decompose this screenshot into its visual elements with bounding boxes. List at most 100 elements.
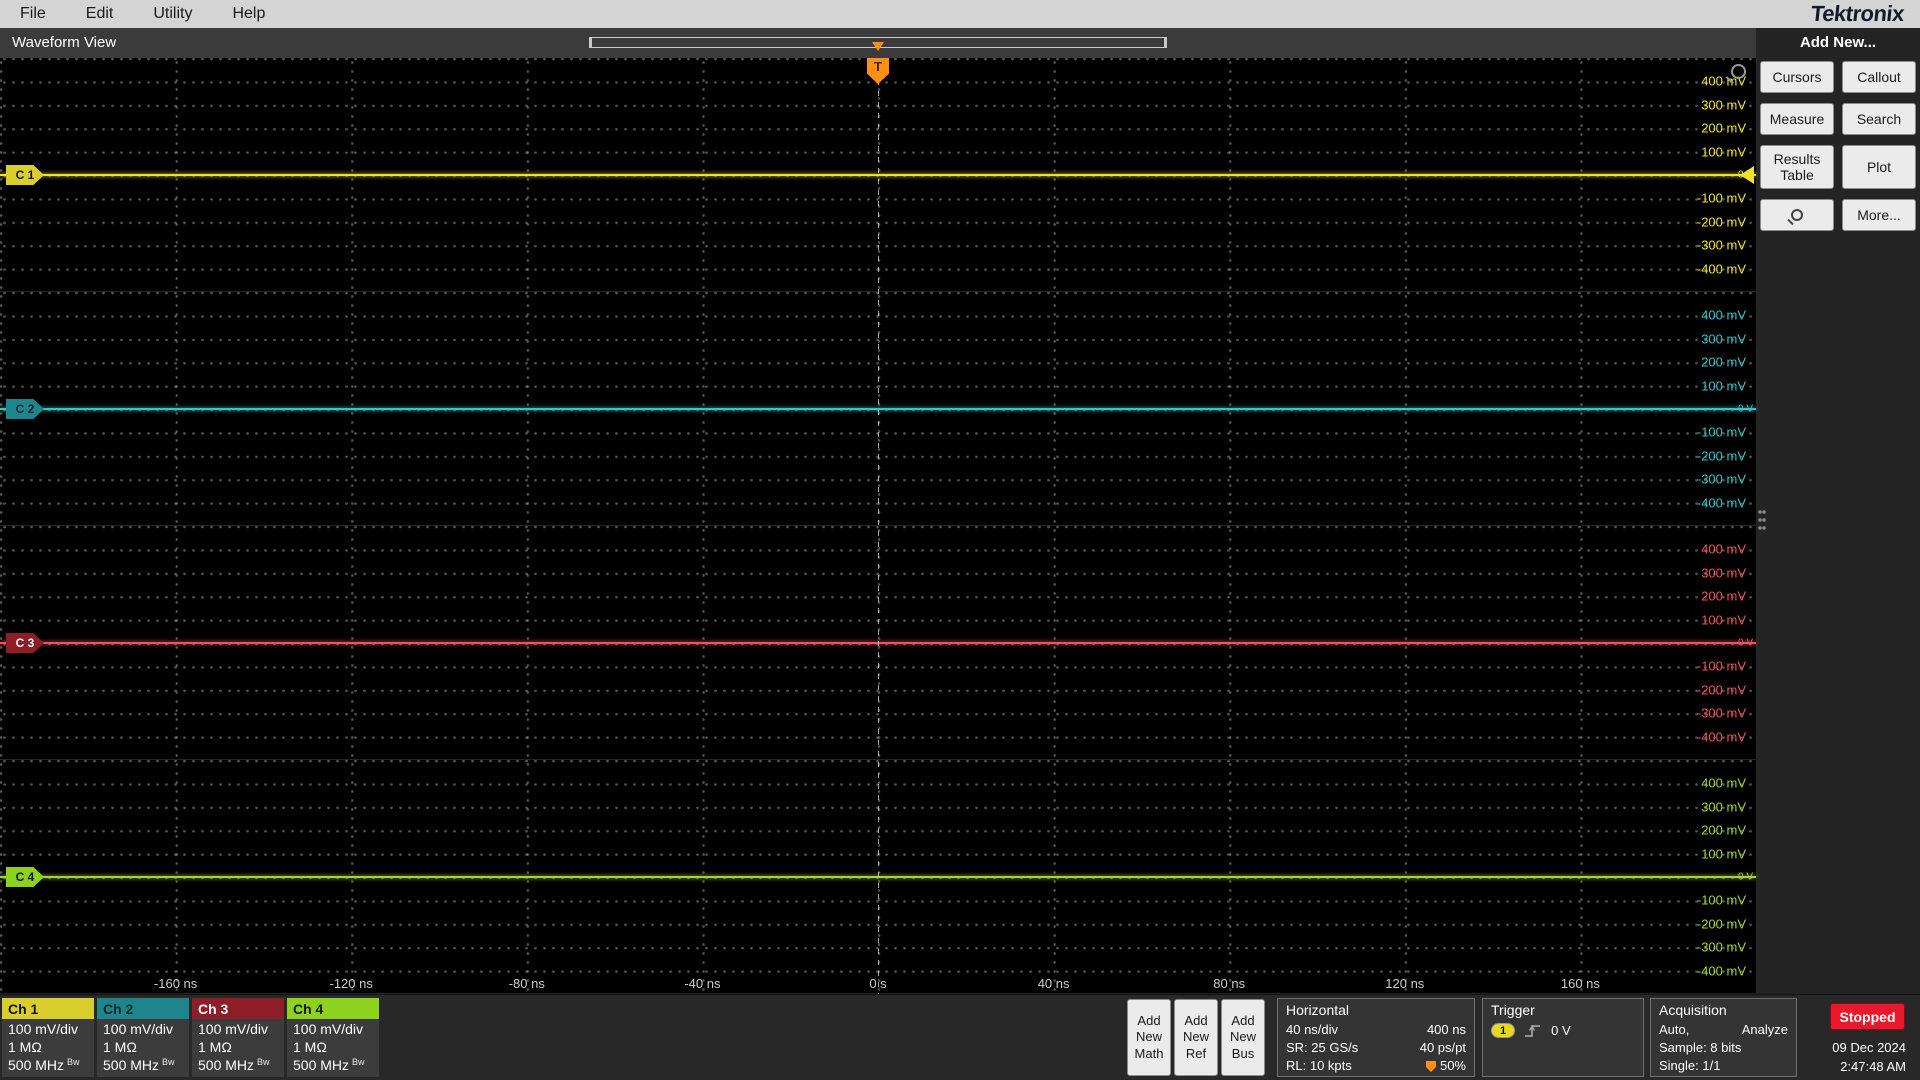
y-tick-label: 100 mV [1701, 378, 1746, 394]
x-tick-label: 0 s [869, 976, 887, 991]
channel-1-bandwidth: 500 MHz Bw [2, 1057, 94, 1073]
y-tick-label: -300 mV [1696, 705, 1746, 721]
bandwidth-limit-badge: Bw [352, 1057, 365, 1067]
x-tick-label: -40 ns [684, 976, 721, 991]
acquisition-panel[interactable]: Acquisition Auto, Analyze Sample: 8 bits… [1650, 998, 1797, 1077]
y-tick-label: -200 mV [1696, 682, 1746, 698]
panel-resize-handle[interactable] [1758, 508, 1766, 532]
trigger-summary: 1 0 V [1491, 1023, 1635, 1038]
bandwidth-limit-badge: Bw [257, 1057, 270, 1067]
waveform-area: Waveform View T 400 mV 300 mV 200 mV 100 mV… [0, 28, 1756, 994]
menu-utility[interactable]: Utility [133, 5, 212, 23]
zoom-tool-button[interactable] [1760, 199, 1834, 231]
channel-3-bandwidth: 500 MHz Bw [192, 1057, 284, 1073]
add-new-bus-button[interactable]: Add New Bus [1221, 999, 1265, 1076]
acquisition-title: Acquisition [1659, 1002, 1727, 1018]
add-btn-line: Bus [1231, 1045, 1255, 1061]
x-tick-label: -160 ns [153, 976, 198, 991]
add-new-title: Add New... [1799, 34, 1877, 51]
more-button[interactable]: More... [1842, 199, 1916, 231]
add-btn-line: New [1135, 1029, 1162, 1045]
channel-2-impedance: 1 MΩ [103, 1039, 137, 1055]
channel-1-scale: 100 mV/div [8, 1021, 79, 1037]
add-new-ref-button[interactable]: Add New Ref [1174, 999, 1218, 1076]
trigger-position-readout: 50% [1425, 1057, 1466, 1075]
menu-help[interactable]: Help [212, 5, 285, 23]
add-btn-line: New [1229, 1029, 1256, 1045]
y-tick-label: 300 mV [1701, 331, 1746, 347]
measure-button[interactable]: Measure [1760, 103, 1834, 135]
menu-edit[interactable]: Edit [66, 5, 134, 23]
add-btn-line: Add [1137, 1013, 1161, 1029]
horizontal-panel[interactable]: Horizontal 40 ns/div 400 ns SR: 25 GS/s … [1277, 998, 1475, 1077]
channel-badge-4[interactable]: C 4 [6, 867, 44, 887]
x-tick-label: 40 ns [1037, 976, 1070, 991]
channel-badge-2[interactable]: C 2 [6, 399, 44, 419]
add-btn-line: Math [1134, 1045, 1164, 1061]
main-area: Waveform View T 400 mV 300 mV 200 mV 100 mV… [0, 28, 1920, 994]
trigger-position-tick[interactable] [872, 42, 884, 51]
zoom-glass-icon[interactable] [1731, 64, 1746, 79]
y-tick-label: 300 mV [1701, 565, 1746, 581]
plot-button[interactable]: Plot [1842, 145, 1916, 189]
channel-2-card[interactable]: Ch 2 100 mV/div 1 MΩ 500 MHz Bw [97, 998, 189, 1077]
y-tick-label: 300 mV [1701, 799, 1746, 815]
waveform-view-header: Waveform View [0, 28, 1756, 58]
sample-interval: 40 ps/pt [1419, 1040, 1466, 1056]
add-new-math-button[interactable]: Add New Math [1127, 999, 1171, 1076]
channel-3-impedance: 1 MΩ [198, 1039, 232, 1055]
channel-badge-3[interactable]: C 3 [6, 633, 44, 653]
y-tick-label: -100 mV [1696, 190, 1746, 206]
y-tick-label: 200 mV [1701, 354, 1746, 370]
y-tick-label: 200 mV [1701, 822, 1746, 838]
date-value: 09 Dec 2024 [1832, 1040, 1906, 1055]
menu-file[interactable]: File [0, 5, 66, 23]
trigger-position-line [878, 58, 879, 994]
acquisition-single: Single: 1/1 [1659, 1058, 1721, 1074]
bottom-bar: Ch 1 100 mV/div 1 MΩ 500 MHz Bw Ch 2 100 … [0, 994, 1920, 1080]
channel-1-card[interactable]: Ch 1 100 mV/div 1 MΩ 500 MHz Bw [2, 998, 94, 1077]
trigger-panel[interactable]: Trigger 1 0 V [1482, 998, 1644, 1077]
channel-4-label: Ch 4 [287, 998, 379, 1019]
bandwidth-value: 500 MHz [293, 1057, 350, 1073]
run-stop-button[interactable]: Stopped [1830, 1003, 1905, 1030]
trigger-position-percent: 50% [1439, 1058, 1466, 1074]
add-new-group: Add New Math Add New Ref Add New Bus [1127, 999, 1265, 1076]
channel-4-card[interactable]: Ch 4 100 mV/div 1 MΩ 500 MHz Bw [287, 998, 379, 1077]
trigger-slope-icon [1525, 1024, 1541, 1037]
channel-4-bandwidth: 500 MHz Bw [287, 1057, 379, 1073]
y-tick-label: 200 mV [1701, 588, 1746, 604]
channel-2-bandwidth: 500 MHz Bw [97, 1057, 189, 1073]
add-btn-line: New [1182, 1029, 1209, 1045]
y-tick-label: -200 mV [1696, 214, 1746, 230]
channel-1-label: Ch 1 [2, 998, 94, 1019]
channel-badge-1[interactable]: C 1 [6, 165, 44, 185]
y-tick-label: 400 mV [1701, 541, 1746, 557]
cursors-button[interactable]: Cursors [1760, 61, 1834, 93]
menu-bar: File Edit Utility Help Tektronix [0, 0, 1920, 28]
tektronix-logo: Tektronix [1809, 1, 1906, 26]
horizontal-scale: 40 ns/div [1286, 1022, 1339, 1037]
channel-settings-row: Ch 1 100 mV/div 1 MΩ 500 MHz Bw Ch 2 100 … [2, 998, 379, 1077]
search-button[interactable]: Search [1842, 103, 1916, 135]
y-tick-label: -300 mV [1696, 939, 1746, 955]
acquisition-mode: Auto, [1659, 1022, 1690, 1037]
waveform-view-title: Waveform View [12, 34, 117, 51]
channel-1-impedance: 1 MΩ [8, 1039, 42, 1055]
y-tick-label: 200 mV [1701, 120, 1746, 136]
y-tick-label: -200 mV [1696, 448, 1746, 464]
channel-3-card[interactable]: Ch 3 100 mV/div 1 MΩ 500 MHz Bw [192, 998, 284, 1077]
trigger-title: Trigger [1491, 1002, 1535, 1018]
trigger-position-icon [1425, 1060, 1436, 1072]
y-tick-label: 100 mV [1701, 846, 1746, 862]
bandwidth-limit-badge: Bw [162, 1057, 175, 1067]
results-table-button[interactable]: Results Table [1760, 145, 1834, 189]
y-tick-label: -400 mV [1696, 495, 1746, 511]
y-tick-label: -100 mV [1696, 892, 1746, 908]
callout-button[interactable]: Callout [1842, 61, 1916, 93]
trigger-level-value: 0 V [1551, 1023, 1571, 1038]
trigger-level-arrow[interactable] [1740, 166, 1754, 184]
acquisition-sample: Sample: 8 bits [1659, 1040, 1742, 1056]
add-btn-line: Add [1184, 1013, 1208, 1029]
datetime-readout: 09 Dec 2024 2:47:48 AM [1832, 1039, 1906, 1077]
